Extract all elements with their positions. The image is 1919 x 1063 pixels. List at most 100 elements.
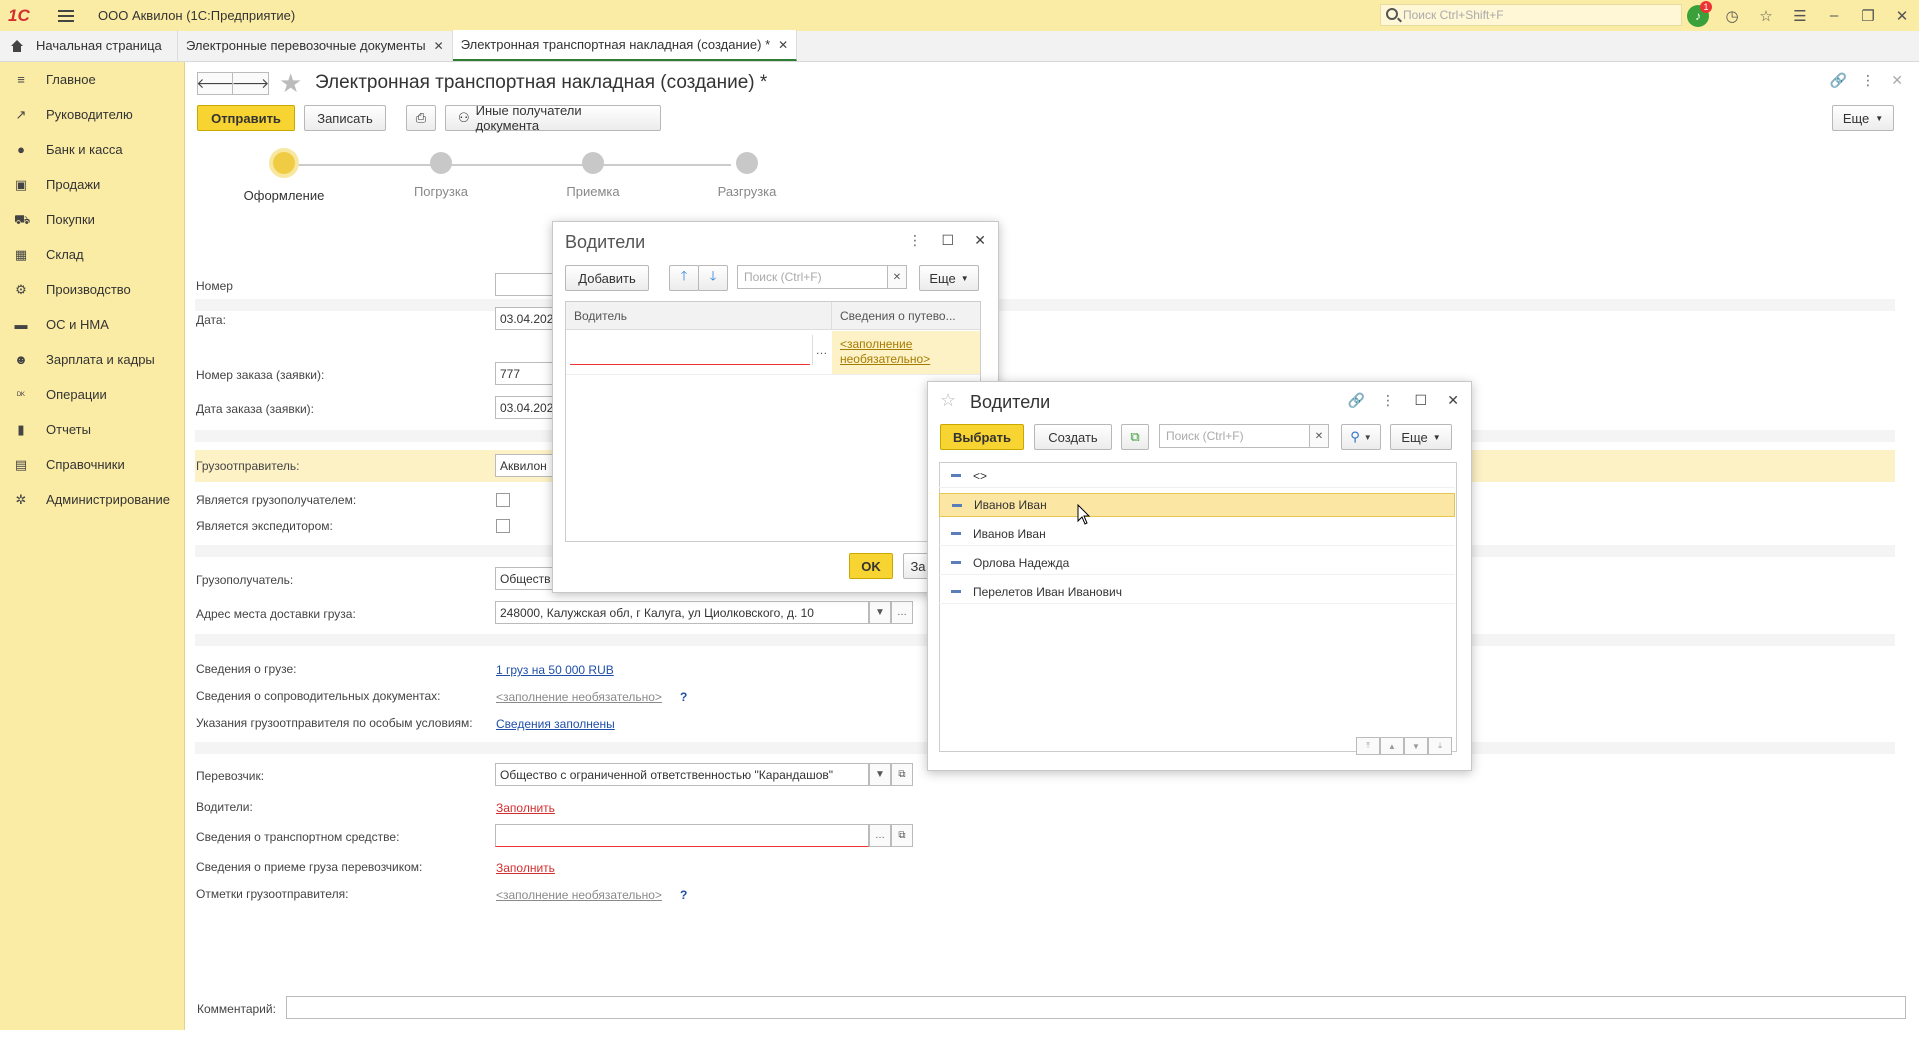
close-icon[interactable]: ✕ xyxy=(1885,0,1919,31)
list-item[interactable]: Перелетов Иван Иванович xyxy=(939,580,1455,604)
global-search-input[interactable]: Поиск Ctrl+Shift+F xyxy=(1380,4,1682,26)
is-forwarder-checkbox[interactable] xyxy=(496,519,510,533)
favorite-star-icon[interactable]: ☆ xyxy=(940,390,956,411)
sidebar-item-assets[interactable]: ▬ ОС и НМА xyxy=(0,307,184,342)
tab-transport-waybill[interactable]: Электронная транспортная накладная (созд… xyxy=(452,30,798,61)
select-button[interactable]: Выбрать xyxy=(940,424,1024,450)
favorite-star-icon[interactable]: ★ xyxy=(279,68,302,99)
order-number-input[interactable]: 777 xyxy=(495,362,555,385)
shipper-input[interactable]: Аквилон xyxy=(495,454,555,477)
select-button[interactable]: … xyxy=(812,335,830,365)
close-icon[interactable]: ✕ xyxy=(974,232,986,249)
driver-input[interactable] xyxy=(570,335,810,365)
list-item[interactable]: Орлова Надежда xyxy=(939,551,1455,575)
tab-close-icon[interactable]: ✕ xyxy=(778,38,788,52)
carrier-input[interactable]: Общество с ограниченной ответственностью… xyxy=(495,763,869,786)
more-actions-icon[interactable]: ⋮ xyxy=(1381,392,1395,409)
other-recipients-button[interactable]: ⚇ Иные получатели документа xyxy=(445,103,661,133)
send-button[interactable]: Отправить xyxy=(197,105,295,131)
open-button[interactable]: ⧉ xyxy=(891,824,913,847)
sidebar-item-operations[interactable]: ᴰᴷ Операции xyxy=(0,377,184,412)
shipper-marks-link[interactable]: <заполнение необязательно> xyxy=(496,888,662,902)
print-button[interactable]: ⎙ xyxy=(406,105,436,131)
maximize-icon[interactable]: ☐ xyxy=(1414,392,1427,409)
list-item[interactable]: <> xyxy=(939,464,1455,488)
scroll-up-icon[interactable]: ▲ xyxy=(1380,737,1404,755)
sidebar-item-reports[interactable]: ▮ Отчеты xyxy=(0,412,184,447)
sidebar-item-manager[interactable]: ↗ Руководителю xyxy=(0,97,184,132)
search-options-button[interactable]: ⚲ ▼ xyxy=(1341,424,1381,450)
link-icon[interactable]: 🔗 xyxy=(1830,72,1847,89)
back-button[interactable]: 🡐 xyxy=(196,72,234,95)
clear-search-icon[interactable]: ✕ xyxy=(887,265,907,289)
sidebar-item-admin[interactable]: ✲ Администрирование xyxy=(0,482,184,517)
printer-icon: ⎙ xyxy=(415,110,427,125)
add-driver-button[interactable]: Добавить xyxy=(565,265,649,291)
scroll-down-icon[interactable]: ▼ xyxy=(1404,737,1428,755)
list-item[interactable]: Иванов Иван xyxy=(939,522,1455,546)
tab-close-icon[interactable]: ✕ xyxy=(434,39,444,53)
sidebar-item-salary[interactable]: ☻ Зарплата и кадры xyxy=(0,342,184,377)
restore-icon[interactable]: ❐ xyxy=(1851,0,1885,31)
open-button[interactable]: ⧉ xyxy=(891,763,913,786)
create-button[interactable]: Создать xyxy=(1034,424,1112,450)
help-icon[interactable]: ? xyxy=(680,690,687,704)
move-down-icon[interactable]: 🡓 xyxy=(698,265,728,291)
maximize-icon[interactable]: ☐ xyxy=(941,232,954,249)
history-icon[interactable]: ◷ xyxy=(1715,0,1749,31)
cargo-info-link[interactable]: 1 груз на 50 000 RUB xyxy=(496,663,614,677)
tab-edo-documents[interactable]: Электронные перевозочные документы ✕ xyxy=(178,30,453,61)
more-button[interactable]: Еще ▼ xyxy=(1390,424,1452,450)
sidebar-item-purchases[interactable]: ⛟ Покупки xyxy=(0,202,184,237)
number-input[interactable] xyxy=(495,273,555,296)
dropdown-button[interactable]: ▼ xyxy=(869,601,891,624)
link-icon[interactable]: 🔗 xyxy=(1348,392,1365,409)
save-button[interactable]: Записать xyxy=(304,105,386,131)
date-input[interactable]: 03.04.202 xyxy=(495,307,555,330)
sidebar-item-warehouse[interactable]: ▦ Склад xyxy=(0,237,184,272)
special-link[interactable]: Сведения заполнены xyxy=(496,717,615,731)
order-date-input[interactable]: 03.04.202 xyxy=(495,396,555,419)
minimize-icon[interactable]: – xyxy=(1817,0,1851,31)
sidebar-item-bank[interactable]: ● Банк и касса xyxy=(0,132,184,167)
docs-info-link[interactable]: <заполнение необязательно> xyxy=(496,690,662,704)
sidebar-item-production[interactable]: ⚙ Производство xyxy=(0,272,184,307)
select-button[interactable]: … xyxy=(891,601,913,624)
help-icon[interactable]: ? xyxy=(680,888,687,902)
close-icon[interactable]: ✕ xyxy=(1447,392,1459,409)
forward-button[interactable]: 🡒 xyxy=(232,72,269,95)
main-menu-icon[interactable] xyxy=(58,9,76,23)
select-button[interactable]: … xyxy=(869,824,891,847)
favorites-star-icon[interactable]: ☆ xyxy=(1749,0,1783,31)
move-up-icon[interactable]: 🡑 xyxy=(669,265,699,291)
table-row[interactable]: … <заполнение необязательно> xyxy=(566,331,980,375)
select-search-input[interactable]: Поиск (Ctrl+F) xyxy=(1159,424,1311,448)
list-item-selected[interactable]: Иванов Иван xyxy=(939,493,1455,517)
settings-list-icon[interactable]: ☰ xyxy=(1783,0,1817,31)
waybill-info-link[interactable]: <заполнение необязательно> xyxy=(840,337,970,367)
is-consignee-checkbox[interactable] xyxy=(496,493,510,507)
copy-icon[interactable]: ⧉ xyxy=(1121,424,1149,450)
sidebar-item-catalogs[interactable]: ▤ Справочники xyxy=(0,447,184,482)
scroll-bottom-icon[interactable]: ⤓ xyxy=(1428,737,1452,755)
sidebar-item-sales[interactable]: ▣ Продажи xyxy=(0,167,184,202)
delivery-address-input[interactable]: 248000, Калужская обл, г Калуга, ул Циол… xyxy=(495,601,869,624)
close-form-icon[interactable]: ✕ xyxy=(1891,72,1903,89)
more-actions-icon[interactable]: ⋮ xyxy=(1861,72,1875,89)
more-actions-icon[interactable]: ⋮ xyxy=(908,232,922,249)
drivers-fill-link[interactable]: Заполнить xyxy=(496,801,555,815)
more-button[interactable]: Еще ▼ xyxy=(1832,105,1894,131)
dropdown-button[interactable]: ▼ xyxy=(869,763,891,786)
vehicle-input[interactable] xyxy=(495,824,869,847)
ok-button[interactable]: OK xyxy=(849,553,893,579)
notifications-button[interactable]: ♪ 1 xyxy=(1681,0,1715,31)
more-button[interactable]: Еще ▼ xyxy=(919,265,979,291)
clear-search-icon[interactable]: ✕ xyxy=(1309,424,1329,448)
comment-input[interactable] xyxy=(286,996,1906,1019)
drivers-search-input[interactable]: Поиск (Ctrl+F) xyxy=(737,265,889,289)
consignee-input[interactable]: Обществ xyxy=(495,567,555,590)
acceptance-fill-link[interactable]: Заполнить xyxy=(496,861,555,875)
sidebar-item-main[interactable]: ≡ Главное xyxy=(0,62,184,97)
tab-home[interactable]: Начальная страница xyxy=(0,30,178,61)
scroll-top-icon[interactable]: ⤒ xyxy=(1356,737,1380,755)
